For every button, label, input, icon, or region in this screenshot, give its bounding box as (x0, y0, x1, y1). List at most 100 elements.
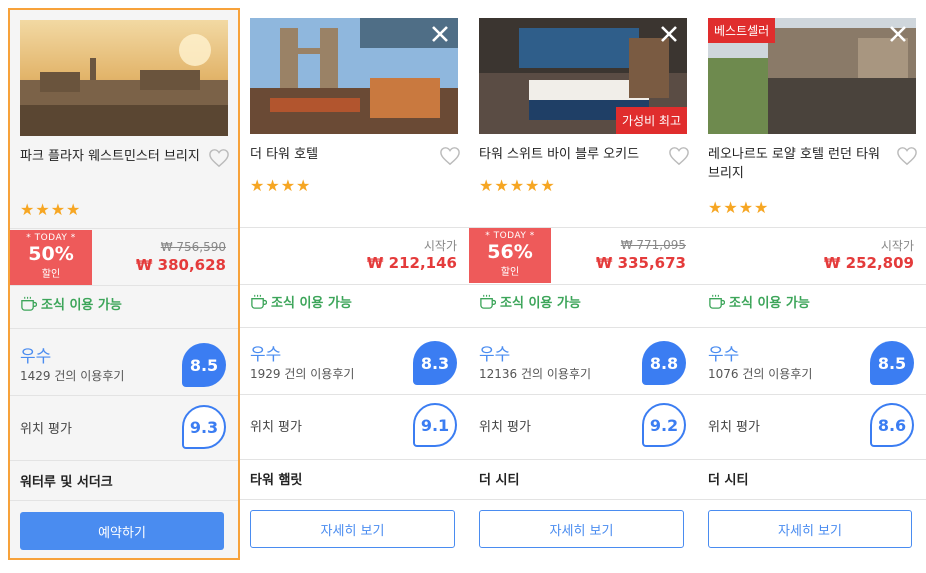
close-icon[interactable] (657, 22, 681, 46)
discount-percent: 50% (28, 243, 74, 265)
heart-icon[interactable] (208, 148, 230, 168)
hotel-card-3[interactable]: 가성비 최고 타워 스위트 바이 블루 오키드 ★★★★★ * TODAY * … (469, 8, 699, 560)
today-discount-badge: * TODAY * 50% 할인 (10, 230, 92, 285)
breakfast-info: 조식 이용 가능 (20, 294, 122, 313)
review-count[interactable]: 1929 건의 이용후기 (250, 365, 354, 382)
divider (469, 459, 698, 460)
divider (698, 284, 926, 285)
divider (10, 228, 238, 229)
location-label: 위치 평가 (250, 420, 302, 435)
best-value-badge: 가성비 최고 (615, 107, 687, 134)
breakfast-info: 조식 이용 가능 (479, 292, 581, 311)
heart-icon[interactable] (896, 146, 918, 166)
rating-word: 우수 (708, 345, 740, 365)
divider (698, 327, 926, 328)
hotel-photo[interactable] (250, 18, 458, 134)
details-button[interactable]: 자세히 보기 (479, 510, 684, 548)
discount-suffix: 할인 (41, 269, 61, 280)
divider (10, 328, 238, 329)
hotel-name[interactable]: 파크 플라자 웨스트민스터 브리지 (20, 147, 200, 166)
discount-percent: 56% (487, 241, 533, 263)
location-score: 8.6 (870, 403, 914, 447)
review-score: 8.8 (642, 341, 686, 385)
divider (240, 327, 469, 328)
divider (10, 395, 238, 396)
divider (698, 394, 926, 395)
discount-suffix: 할인 (500, 267, 520, 278)
hotel-card-4[interactable]: 베스트셀러 레오나르도 로얄 호텔 런던 타워 브리지 ★★★★ 시작가 ₩ 2… (698, 8, 926, 560)
divider (10, 500, 238, 501)
district: 타워 햄릿 (250, 473, 303, 488)
breakfast-label: 조식 이용 가능 (271, 296, 352, 311)
price: ₩ 380,628 (135, 256, 226, 274)
rating-word: 우수 (479, 345, 511, 365)
original-price: ₩ 771,095 (620, 238, 686, 252)
original-price: ₩ 756,590 (160, 240, 226, 254)
divider (10, 460, 238, 461)
rating-word: 우수 (20, 347, 52, 367)
district: 더 시티 (708, 473, 749, 488)
hotel-photo[interactable] (20, 20, 228, 136)
hotel-name[interactable]: 타워 스위트 바이 블루 오키드 (479, 145, 659, 164)
price: ₩ 252,809 (823, 254, 914, 272)
review-count[interactable]: 12136 건의 이용후기 (479, 365, 591, 382)
location-label: 위치 평가 (479, 420, 531, 435)
hotel-card-2[interactable]: 더 타워 호텔 ★★★★ 시작가 ₩ 212,146 조식 이용 가능 우수 1… (240, 8, 470, 560)
hotel-name[interactable]: 레오나르도 로얄 호텔 런던 타워 브리지 (708, 145, 888, 183)
coffee-cup-icon (251, 294, 267, 309)
coffee-cup-icon (21, 296, 37, 311)
hotel-card-1[interactable]: 파크 플라자 웨스트민스터 브리지 ★★★★ * TODAY * 50% 할인 … (8, 8, 240, 560)
location-label: 위치 평가 (708, 420, 760, 435)
coffee-cup-icon (709, 294, 725, 309)
divider (240, 499, 469, 500)
location-label: 위치 평가 (20, 422, 72, 437)
divider (469, 327, 698, 328)
hotel-photo[interactable]: 가성비 최고 (479, 18, 687, 134)
close-icon[interactable] (428, 22, 452, 46)
heart-icon[interactable] (668, 146, 690, 166)
divider (469, 499, 698, 500)
breakfast-label: 조식 이용 가능 (729, 296, 810, 311)
divider (10, 285, 238, 286)
breakfast-info: 조식 이용 가능 (708, 292, 810, 311)
hotel-name[interactable]: 더 타워 호텔 (250, 145, 430, 164)
star-rating: ★★★★ (250, 176, 312, 195)
review-score: 8.5 (182, 343, 226, 387)
star-rating: ★★★★ (20, 200, 82, 219)
review-score: 8.3 (413, 341, 457, 385)
breakfast-label: 조식 이용 가능 (41, 298, 122, 313)
review-count[interactable]: 1429 건의 이용후기 (20, 367, 124, 384)
book-button[interactable]: 예약하기 (20, 512, 224, 550)
today-discount-badge: * TODAY * 56% 할인 (469, 228, 551, 283)
breakfast-label: 조식 이용 가능 (500, 296, 581, 311)
hotel-photo[interactable]: 베스트셀러 (708, 18, 916, 134)
details-button[interactable]: 자세히 보기 (708, 510, 912, 548)
today-label: * TODAY * (26, 233, 76, 243)
heart-icon[interactable] (439, 146, 461, 166)
rating-word: 우수 (250, 345, 282, 365)
district: 더 시티 (479, 473, 520, 488)
divider (469, 394, 698, 395)
bestseller-badge: 베스트셀러 (708, 18, 776, 43)
price-from-label: 시작가 (880, 239, 914, 253)
divider (698, 227, 926, 228)
price-from-label: 시작가 (423, 239, 457, 253)
close-icon[interactable] (886, 22, 910, 46)
divider (698, 499, 926, 500)
divider (240, 459, 469, 460)
divider (240, 394, 469, 395)
details-button[interactable]: 자세히 보기 (250, 510, 455, 548)
review-score: 8.5 (870, 341, 914, 385)
coffee-cup-icon (480, 294, 496, 309)
divider (469, 284, 698, 285)
location-score: 9.1 (413, 403, 457, 447)
divider (698, 459, 926, 460)
divider (240, 227, 469, 228)
location-score: 9.3 (182, 405, 226, 449)
star-rating: ★★★★★ (479, 176, 556, 195)
breakfast-info: 조식 이용 가능 (250, 292, 352, 311)
district: 워터루 및 서더크 (20, 475, 113, 490)
review-count[interactable]: 1076 건의 이용후기 (708, 365, 812, 382)
price: ₩ 335,673 (595, 254, 686, 272)
today-label: * TODAY * (485, 231, 535, 241)
